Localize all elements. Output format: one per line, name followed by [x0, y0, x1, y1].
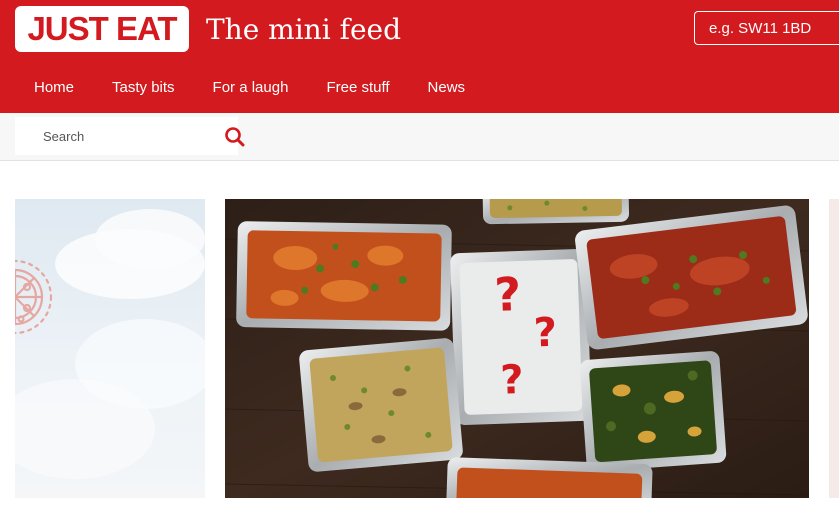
nav-item-free-stuff[interactable]: Free stuff	[326, 70, 389, 106]
hero-image[interactable]: ? ? ?	[225, 199, 809, 498]
question-mark: ?	[500, 357, 525, 404]
logo-text: JUST EAT	[27, 10, 177, 47]
search-bar	[0, 113, 839, 161]
site-header: JUST EAT The mini feed Home Tasty bits F…	[0, 0, 839, 113]
site-title: The mini feed	[206, 13, 402, 46]
nav-item-tasty-bits[interactable]: Tasty bits	[112, 70, 175, 106]
search-icon[interactable]	[223, 125, 247, 149]
nav-item-news[interactable]: News	[428, 70, 466, 106]
postcode-input[interactable]	[694, 11, 839, 45]
main-nav: Home Tasty bits For a laugh Free stuff N…	[0, 70, 469, 110]
pizza-icon	[15, 259, 53, 335]
question-mark: ?	[493, 267, 522, 322]
article-card-left[interactable]	[15, 199, 205, 498]
nav-item-home[interactable]: Home	[34, 70, 74, 106]
question-mark: ?	[533, 310, 558, 357]
search-input[interactable]	[41, 127, 215, 145]
nav-item-for-a-laugh[interactable]: For a laugh	[213, 70, 289, 106]
just-eat-logo[interactable]: JUST EAT	[15, 6, 189, 52]
search-box	[15, 117, 245, 155]
article-card-right[interactable]	[829, 199, 839, 498]
